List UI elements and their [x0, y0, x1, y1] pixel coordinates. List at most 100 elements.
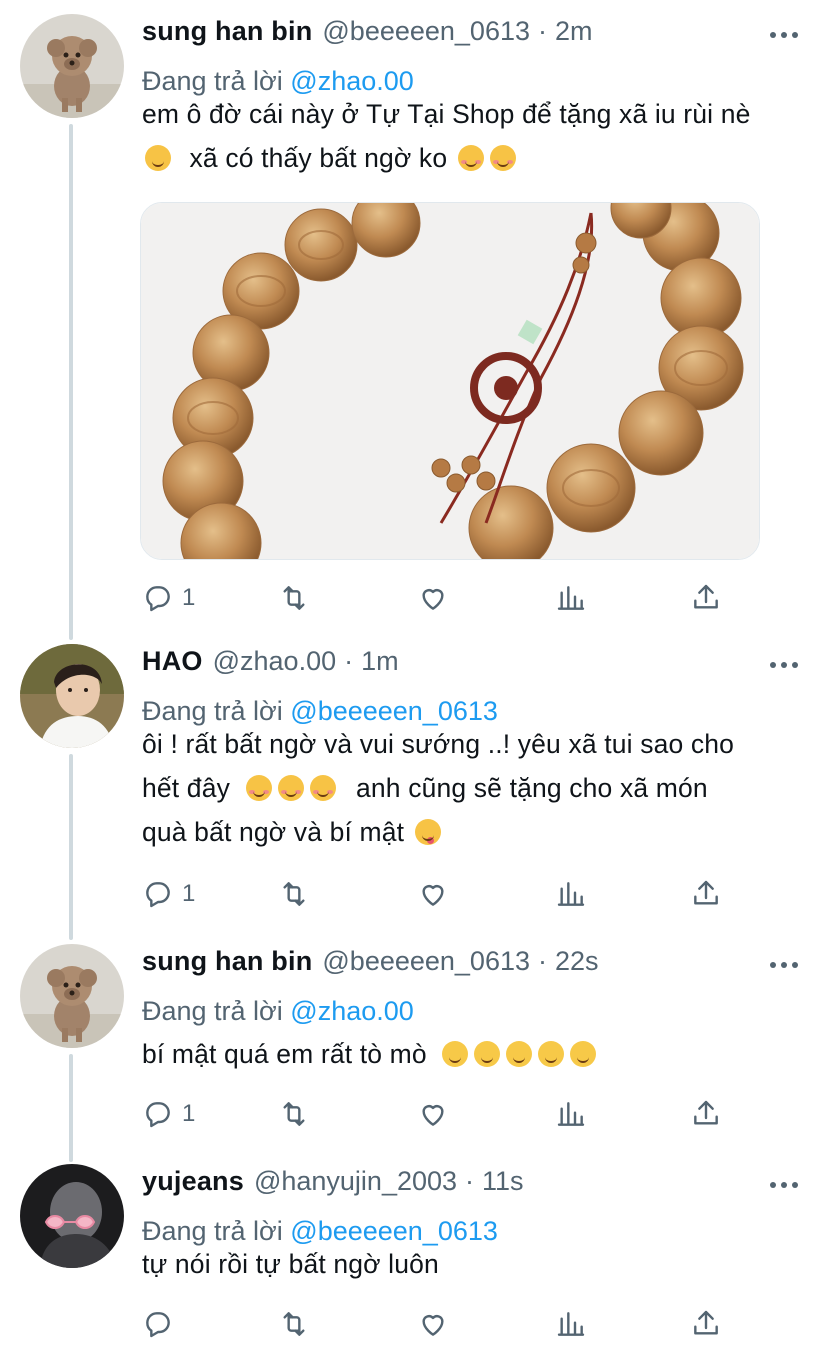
- kissing-emoji-icon: [145, 145, 171, 171]
- retweet-button[interactable]: [278, 1094, 310, 1134]
- views-icon: [557, 586, 585, 610]
- timestamp[interactable]: 1m: [361, 646, 399, 677]
- mention-link[interactable]: @zhao.00: [290, 996, 414, 1026]
- tweet[interactable]: sung han bin @beeeeen_0613 · 22s Đang tr…: [0, 944, 828, 1144]
- reply-button[interactable]: 1: [142, 1094, 195, 1134]
- retweet-icon: [283, 882, 305, 906]
- retweet-button[interactable]: [278, 1304, 310, 1344]
- wooden-bead-bracelet-photo: [141, 203, 759, 559]
- slight-smile-emoji-icon: [538, 1041, 565, 1067]
- reply-icon: [146, 586, 170, 612]
- reply-count: 1: [182, 1100, 196, 1127]
- more-icon[interactable]: [770, 662, 798, 670]
- views-button[interactable]: [555, 1094, 587, 1134]
- display-name[interactable]: sung han bin: [142, 16, 312, 47]
- like-icon: [422, 589, 444, 610]
- views-button[interactable]: [555, 578, 587, 618]
- avatar[interactable]: [20, 14, 124, 118]
- like-icon: [422, 885, 444, 906]
- more-icon[interactable]: [770, 962, 798, 970]
- tweet-actions: 1: [142, 874, 742, 914]
- retweet-button[interactable]: [278, 578, 310, 618]
- reply-button[interactable]: [142, 1304, 174, 1344]
- tweet-header: HAO @zhao.00 · 1m: [142, 646, 758, 682]
- share-button[interactable]: [690, 578, 722, 618]
- tweet[interactable]: sung han bin @beeeeen_0613 · 2m Đang trả…: [0, 14, 828, 614]
- tweet-text-line: hết đây: [142, 773, 230, 803]
- reply-button[interactable]: 1: [142, 874, 195, 914]
- slight-smile-emoji-icon: [570, 1041, 597, 1067]
- smiling-hearts-emoji-icon: [277, 775, 304, 801]
- tweet-text: bí mật quá em rất tò mò: [142, 1032, 812, 1076]
- views-icon: [557, 882, 585, 906]
- like-icon: [422, 1315, 444, 1336]
- tweet-text: tự nói rồi tự bất ngờ luôn: [142, 1242, 812, 1286]
- smiling-hearts-emoji-icon: [457, 145, 484, 171]
- avatar[interactable]: [20, 1164, 124, 1268]
- more-icon[interactable]: [770, 32, 798, 40]
- share-icon: [694, 1100, 718, 1125]
- smiling-emoji-icon: [506, 1041, 533, 1067]
- display-name[interactable]: sung han bin: [142, 946, 312, 977]
- avatar[interactable]: [20, 944, 124, 1048]
- timestamp[interactable]: 22s: [555, 946, 599, 977]
- reply-icon: [146, 882, 170, 908]
- like-button[interactable]: [417, 1304, 449, 1344]
- tweet-actions: [142, 1304, 742, 1344]
- separator-dot: ·: [344, 646, 354, 676]
- retweet-icon: [283, 1312, 305, 1336]
- reply-button[interactable]: 1: [142, 578, 195, 618]
- smiling-emoji-icon: [474, 1041, 501, 1067]
- like-button[interactable]: [417, 578, 449, 618]
- timestamp[interactable]: 2m: [555, 16, 593, 47]
- tweet-header: yujeans @hanyujin_2003 · 11s: [142, 1166, 758, 1202]
- user-handle[interactable]: @beeeeen_0613: [322, 946, 530, 977]
- share-icon: [694, 1310, 718, 1335]
- reply-icon: [146, 1102, 170, 1128]
- share-button[interactable]: [690, 1094, 722, 1134]
- display-name[interactable]: HAO: [142, 646, 203, 677]
- separator-dot: ·: [538, 16, 547, 46]
- replying-label: Đang trả lời: [142, 996, 283, 1026]
- tweet-image[interactable]: [140, 202, 760, 560]
- user-handle[interactable]: @zhao.00: [213, 646, 337, 677]
- like-button[interactable]: [417, 874, 449, 914]
- avatar[interactable]: [20, 644, 124, 748]
- separator-dot: ·: [465, 1166, 475, 1196]
- reply-icon: [146, 1312, 170, 1338]
- separator-dot: ·: [538, 946, 547, 976]
- tweet-header: sung han bin @beeeeen_0613 · 2m: [142, 16, 758, 52]
- views-button[interactable]: [555, 1304, 587, 1344]
- views-button[interactable]: [555, 874, 587, 914]
- tweet-text-line: xã có thấy bất ngờ ko: [189, 143, 448, 173]
- like-button[interactable]: [417, 1094, 449, 1134]
- tweet-text: ôi ! rất bất ngờ và vui sướng ..! yêu xã…: [142, 722, 812, 854]
- tweet-text-line: tự nói rồi tự bất ngờ luôn: [142, 1249, 439, 1279]
- tweet-text-line: quà bất ngờ và bí mật: [142, 817, 405, 847]
- timestamp[interactable]: 11s: [482, 1166, 524, 1197]
- views-icon: [557, 1102, 585, 1126]
- tweet-text-line: ôi ! rất bất ngờ và vui sướng ..! yêu xã…: [142, 729, 735, 759]
- tweet-header: sung han bin @beeeeen_0613 · 22s: [142, 946, 758, 982]
- retweet-button[interactable]: [278, 874, 310, 914]
- share-button[interactable]: [690, 874, 722, 914]
- reply-count: 1: [182, 880, 196, 907]
- user-handle[interactable]: @hanyujin_2003: [254, 1166, 457, 1197]
- replying-to: Đang trả lời @zhao.00: [142, 996, 414, 1027]
- share-icon: [694, 880, 718, 905]
- more-icon[interactable]: [770, 1182, 798, 1190]
- tweet-text-line: bí mật quá em rất tò mò: [142, 1039, 427, 1069]
- user-handle[interactable]: @beeeeen_0613: [322, 16, 530, 47]
- smiling-hearts-emoji-icon: [309, 775, 336, 801]
- tweet[interactable]: HAO @zhao.00 · 1m Đang trả lời @beeeeen_…: [0, 644, 828, 934]
- display-name[interactable]: yujeans: [142, 1166, 244, 1197]
- views-icon: [557, 1312, 585, 1336]
- smiling-emoji-icon: [442, 1041, 469, 1067]
- reply-count: 1: [182, 584, 196, 611]
- tweet-text: em ô đờ cái này ở Tự Tại Shop để tặng xã…: [142, 92, 812, 180]
- tweet-actions: 1: [142, 578, 742, 618]
- like-icon: [422, 1105, 444, 1126]
- retweet-icon: [283, 1102, 305, 1126]
- share-button[interactable]: [690, 1304, 722, 1344]
- tweet[interactable]: yujeans @hanyujin_2003 · 11s Đang trả lờ…: [0, 1164, 828, 1350]
